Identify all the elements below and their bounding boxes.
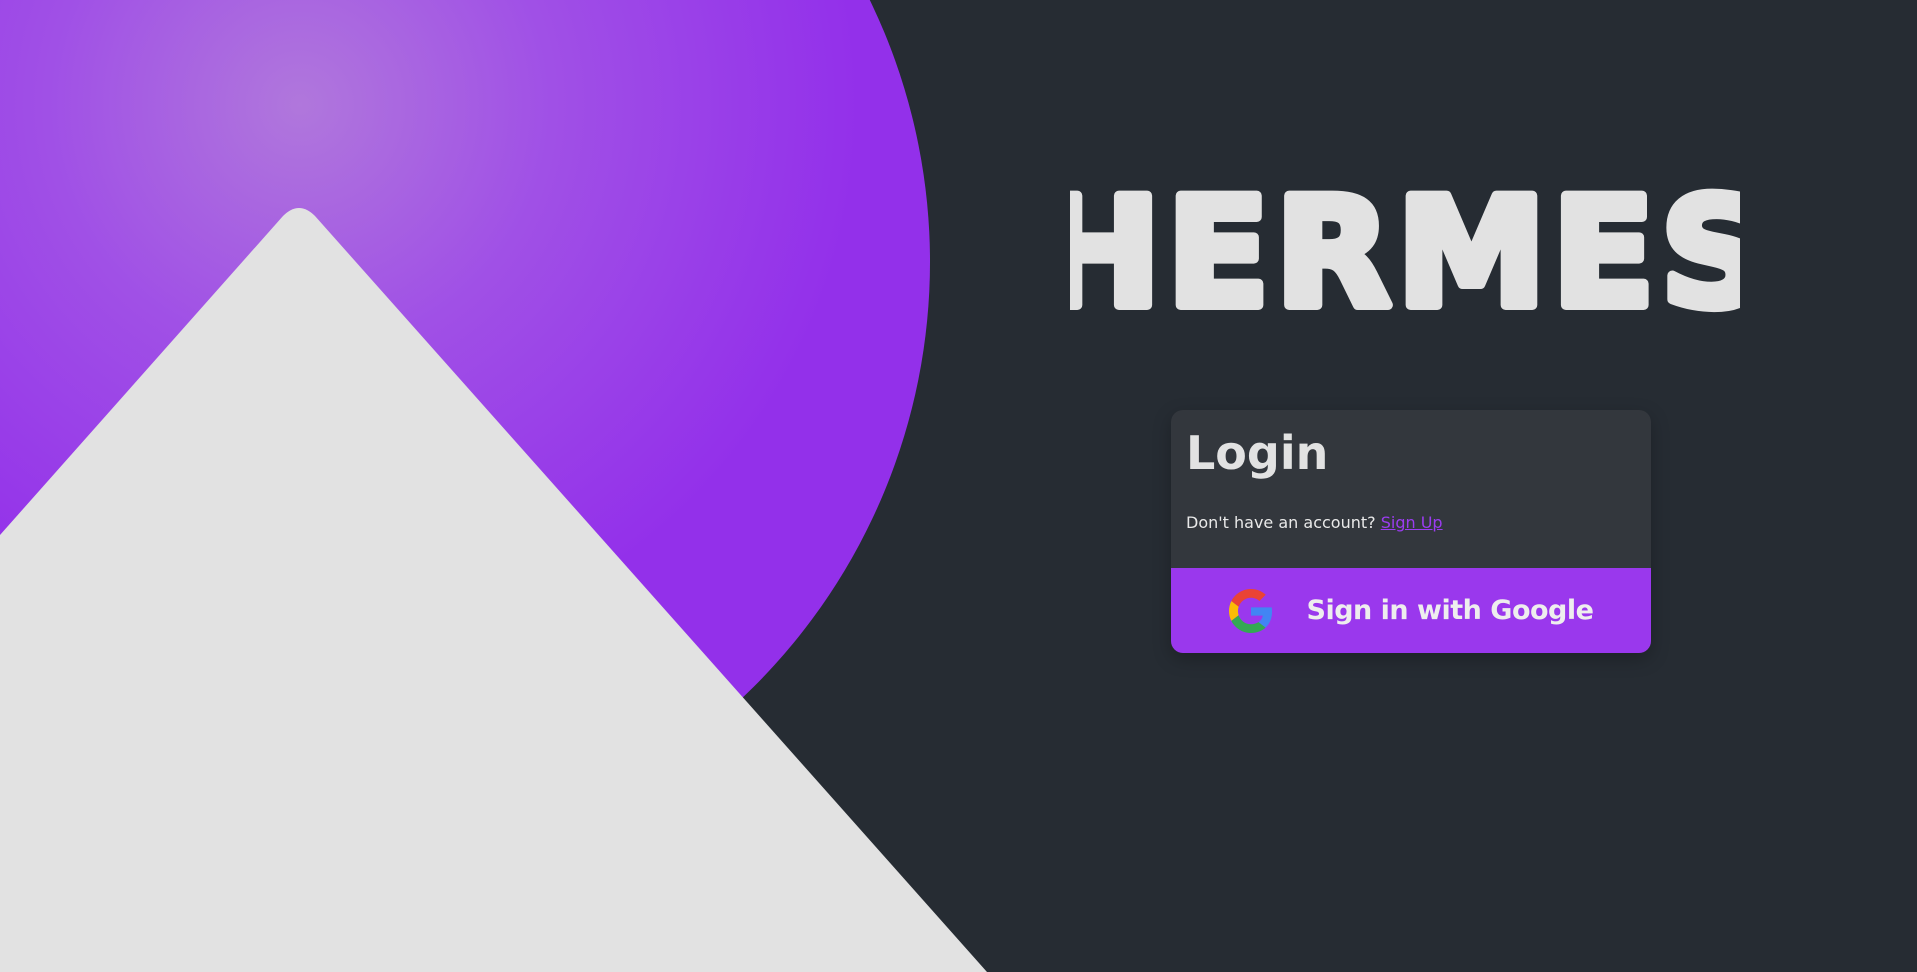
login-page: HERMES Login Don't have an account? Sign… [0,0,1917,972]
google-signin-button[interactable]: Sign in with Google [1171,568,1651,653]
google-g-icon [1228,588,1272,633]
no-account-text: Don't have an account? [1186,513,1376,532]
signup-prompt: Don't have an account? Sign Up [1186,513,1443,532]
logo-text: HERMES [1070,170,1740,330]
hermes-logo: HERMES [1070,170,1740,330]
google-signin-label: Sign in with Google [1306,595,1594,626]
login-card: Login Don't have an account? Sign Up Sig… [1171,410,1651,653]
login-title: Login [1186,426,1329,480]
signup-link[interactable]: Sign Up [1381,513,1443,532]
